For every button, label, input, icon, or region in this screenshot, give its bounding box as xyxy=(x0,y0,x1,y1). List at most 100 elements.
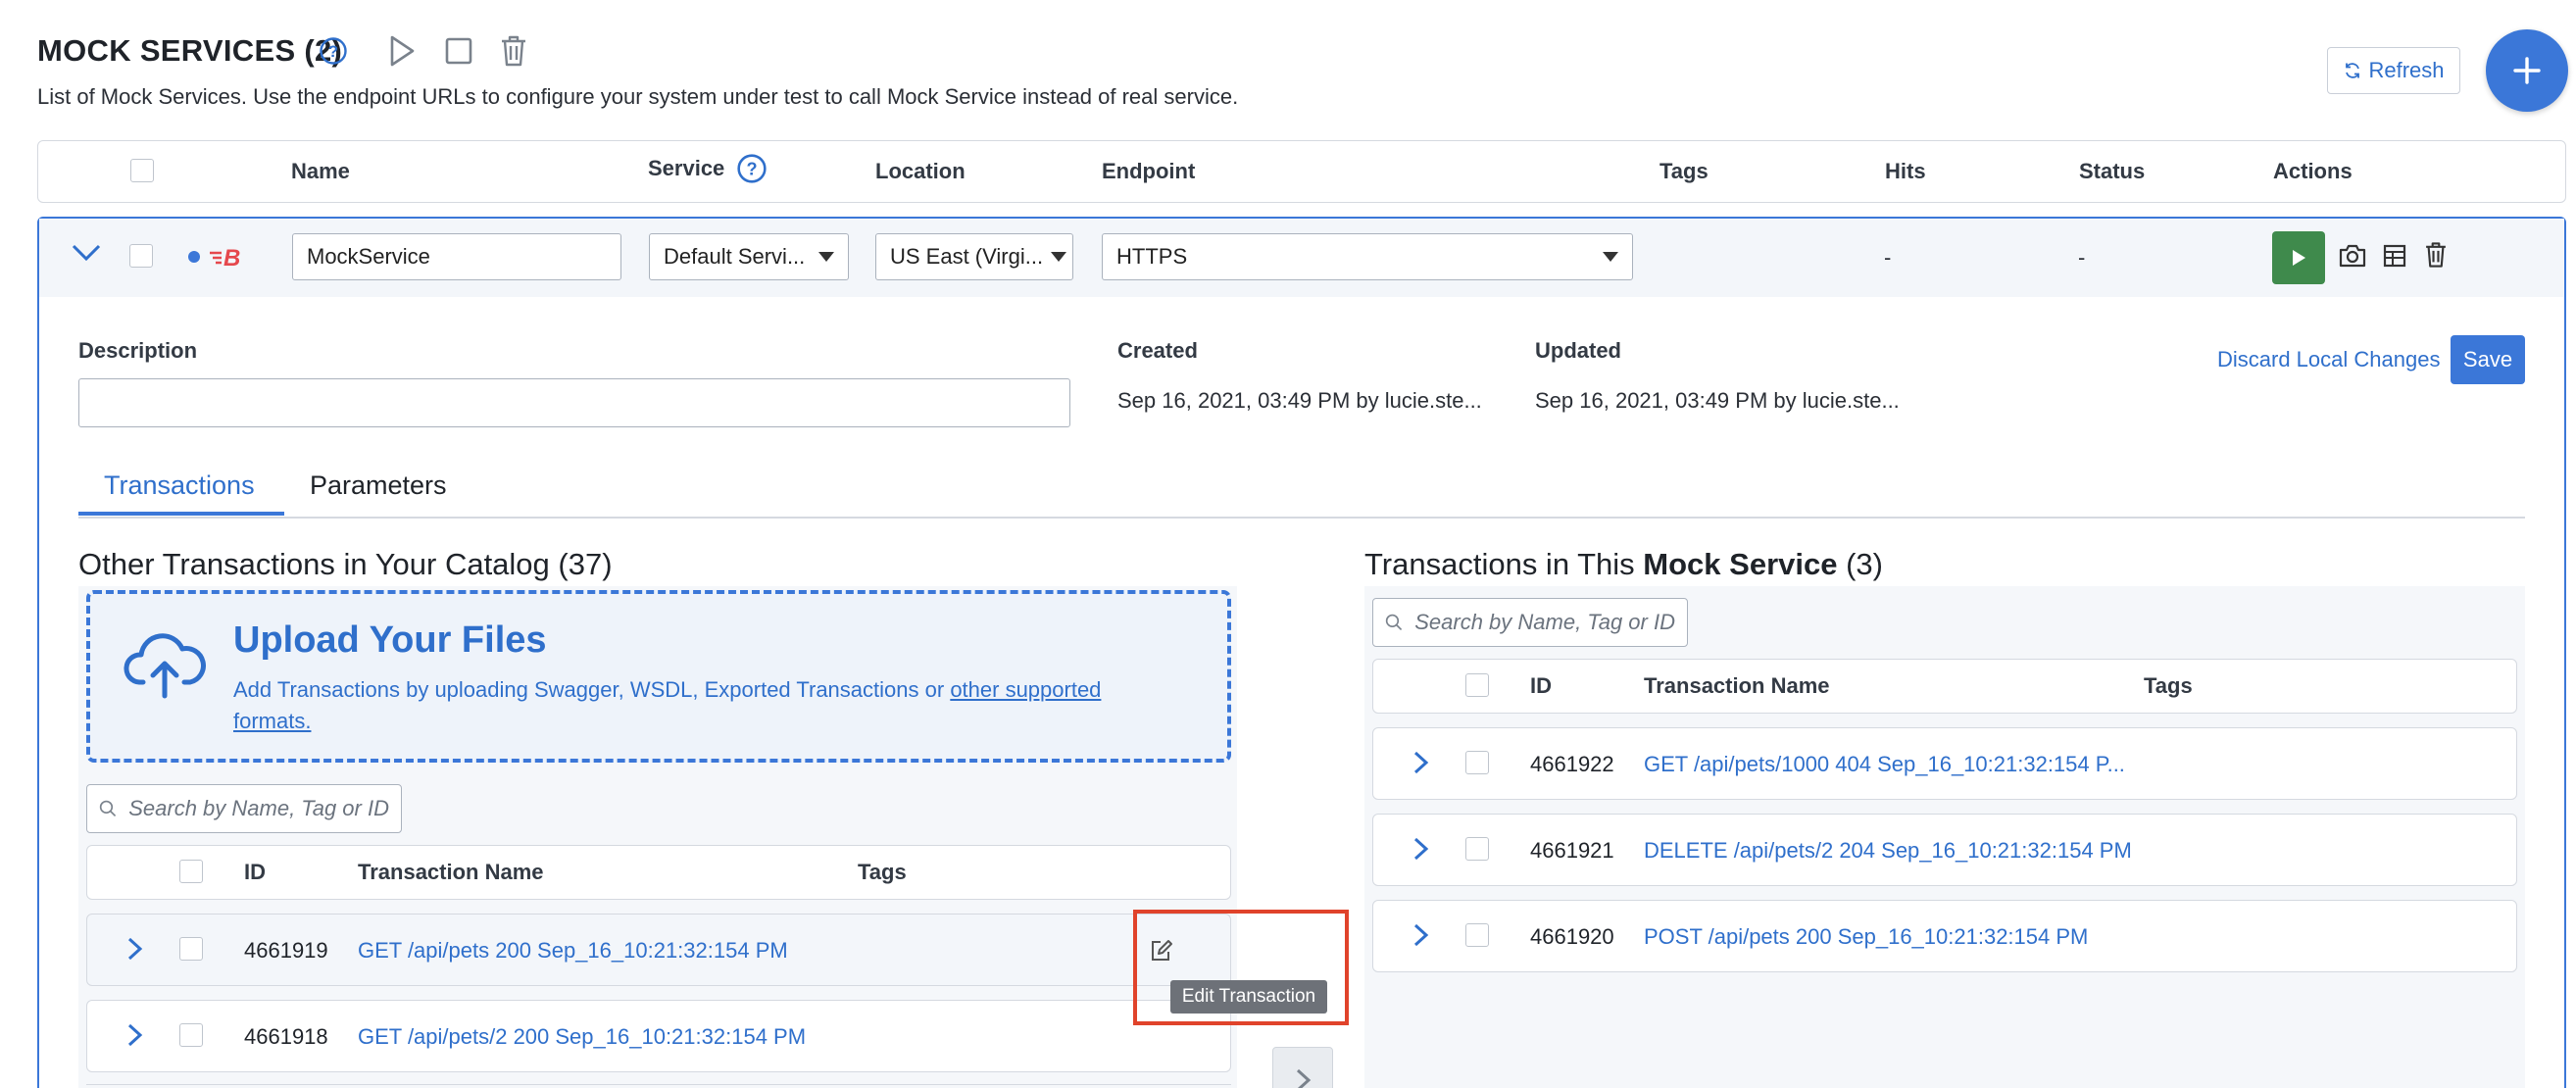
chevron-right-icon xyxy=(1296,1068,1312,1088)
tabs-divider xyxy=(78,517,2525,519)
status-value: - xyxy=(2078,245,2086,270)
mock-name-value: MockService xyxy=(307,244,430,269)
help-icon[interactable]: ? xyxy=(314,31,353,71)
transaction-id: 4661922 xyxy=(1530,752,1614,776)
service-tx-title-prefix: Transactions in This xyxy=(1364,547,1635,581)
services-table-header: Name Service ? Location Endpoint Tags Hi… xyxy=(37,140,2566,203)
table-icon[interactable] xyxy=(2382,243,2407,269)
caret-down-icon xyxy=(1603,252,1618,262)
service-tx-col-tags[interactable]: Tags xyxy=(2144,673,2193,699)
service-value: Default Servi... xyxy=(664,244,806,269)
blazemeter-logo-icon: B xyxy=(208,243,251,271)
upload-text: Add Transactions by uploading Swagger, W… xyxy=(233,677,945,702)
expand-chevron-icon[interactable] xyxy=(1412,836,1430,862)
hits-value: - xyxy=(1884,245,1892,270)
discard-changes-link[interactable]: Discard Local Changes xyxy=(2217,347,2440,372)
transaction-id: 4661920 xyxy=(1530,924,1614,949)
transaction-id: 4661919 xyxy=(244,938,328,963)
table-row[interactable]: 4661921 DELETE /api/pets/2 204 Sep_16_10… xyxy=(1372,814,2517,886)
column-location[interactable]: Location xyxy=(875,159,966,184)
transaction-name-link[interactable]: DELETE /api/pets/2 204 Sep_16_10:21:32:1… xyxy=(1644,838,2132,864)
active-tab-indicator xyxy=(78,512,284,516)
column-endpoint[interactable]: Endpoint xyxy=(1102,159,1195,184)
save-button[interactable]: Save xyxy=(2451,335,2525,384)
row-checkbox[interactable] xyxy=(1465,837,1489,861)
service-tx-search-placeholder: Search by Name, Tag or ID xyxy=(1414,610,1675,634)
service-select[interactable]: Default Servi... xyxy=(649,233,849,280)
catalog-table-header: ID Transaction Name Tags xyxy=(86,845,1231,900)
transaction-id: 4661921 xyxy=(1530,838,1614,863)
table-row[interactable]: 4661919 GET /api/pets 200 Sep_16_10:21:3… xyxy=(86,914,1231,986)
column-name[interactable]: Name xyxy=(291,159,350,184)
service-tx-title: Transactions in This Mock Service (3) xyxy=(1364,547,1883,582)
run-button[interactable] xyxy=(2272,231,2325,284)
move-to-service-button[interactable] xyxy=(1272,1047,1333,1088)
row-checkbox[interactable] xyxy=(1465,923,1489,947)
service-tx-col-name[interactable]: Transaction Name xyxy=(1644,673,1830,699)
expand-chevron-icon[interactable] xyxy=(126,936,144,962)
expand-chevron-icon[interactable] xyxy=(126,1022,144,1048)
select-all-checkbox[interactable] xyxy=(130,159,154,182)
location-select[interactable]: US East (Virgi... xyxy=(875,233,1073,280)
catalog-col-name[interactable]: Transaction Name xyxy=(358,860,544,885)
upload-text-block: Add Transactions by uploading Swagger, W… xyxy=(233,674,1145,737)
svg-text:?: ? xyxy=(328,42,338,61)
column-service[interactable]: Service xyxy=(648,156,724,181)
row-checkbox[interactable] xyxy=(129,244,153,268)
service-tx-title-suffix: (3) xyxy=(1846,547,1883,581)
endpoint-select[interactable]: HTTPS xyxy=(1102,233,1633,280)
tab-parameters[interactable]: Parameters xyxy=(310,470,447,501)
transaction-name-link[interactable]: GET /api/pets/2 200 Sep_16_10:21:32:154 … xyxy=(358,1024,806,1050)
service-tx-search-input[interactable]: Search by Name, Tag or ID xyxy=(1372,598,1688,647)
expand-chevron-icon[interactable] xyxy=(1412,750,1430,775)
catalog-title: Other Transactions in Your Catalog (37) xyxy=(78,547,613,581)
plus-icon xyxy=(2513,57,2541,84)
play-icon xyxy=(2293,250,2305,266)
column-hits[interactable]: Hits xyxy=(1885,159,1926,184)
column-tags[interactable]: Tags xyxy=(1660,159,1709,184)
search-icon xyxy=(1385,614,1403,631)
transaction-name-link[interactable]: GET /api/pets 200 Sep_16_10:21:32:154 PM xyxy=(358,938,788,964)
table-row[interactable]: 4661920 POST /api/pets 200 Sep_16_10:21:… xyxy=(1372,900,2517,972)
trash-icon[interactable] xyxy=(494,31,533,71)
table-row[interactable]: 4661922 GET /api/pets/1000 404 Sep_16_10… xyxy=(1372,727,2517,800)
transaction-name-link[interactable]: POST /api/pets 200 Sep_16_10:21:32:154 P… xyxy=(1644,924,2088,950)
add-mock-service-button[interactable] xyxy=(2486,29,2568,112)
upload-dropzone[interactable]: Upload Your Files Add Transactions by up… xyxy=(86,590,1231,763)
description-field[interactable] xyxy=(78,378,1070,427)
play-icon[interactable] xyxy=(382,31,421,71)
tab-transactions[interactable]: Transactions xyxy=(104,470,255,501)
supported-formats-link[interactable]: other supported xyxy=(950,677,1101,702)
supported-formats-link-2[interactable]: formats. xyxy=(233,709,311,733)
refresh-icon xyxy=(2346,63,2360,78)
column-status[interactable]: Status xyxy=(2079,159,2145,184)
mock-name-field[interactable]: MockService xyxy=(292,233,621,280)
service-tx-select-all-checkbox[interactable] xyxy=(1465,673,1489,697)
service-help-icon[interactable]: ? xyxy=(736,153,768,184)
search-icon xyxy=(99,800,117,817)
service-tx-col-id[interactable]: ID xyxy=(1530,673,1552,699)
service-tx-title-bold: Mock Service xyxy=(1643,547,1838,581)
created-label: Created xyxy=(1117,338,1198,363)
catalog-select-all-checkbox[interactable] xyxy=(179,860,203,883)
camera-icon[interactable] xyxy=(2339,243,2366,269)
row-checkbox[interactable] xyxy=(1465,751,1489,774)
stop-icon[interactable] xyxy=(439,31,478,71)
catalog-search-input[interactable]: Search by Name, Tag or ID xyxy=(86,784,402,833)
row-checkbox[interactable] xyxy=(179,937,203,961)
upload-title: Upload Your Files xyxy=(233,619,547,661)
caret-down-icon xyxy=(1051,252,1067,262)
trash-icon[interactable] xyxy=(2423,241,2449,269)
expand-chevron-icon[interactable] xyxy=(1412,922,1430,948)
refresh-label: Refresh xyxy=(2368,58,2445,82)
refresh-button[interactable]: Refresh xyxy=(2327,47,2460,94)
caret-down-icon xyxy=(818,252,834,262)
endpoint-value: HTTPS xyxy=(1116,244,1188,269)
table-row[interactable]: 4661918 GET /api/pets/2 200 Sep_16_10:21… xyxy=(86,1000,1231,1072)
row-checkbox[interactable] xyxy=(179,1023,203,1047)
catalog-col-tags[interactable]: Tags xyxy=(858,860,907,885)
svg-text:?: ? xyxy=(746,159,757,178)
transaction-name-link[interactable]: GET /api/pets/1000 404 Sep_16_10:21:32:1… xyxy=(1644,752,2125,777)
catalog-col-id[interactable]: ID xyxy=(244,860,266,885)
collapse-chevron-icon[interactable] xyxy=(71,243,102,263)
